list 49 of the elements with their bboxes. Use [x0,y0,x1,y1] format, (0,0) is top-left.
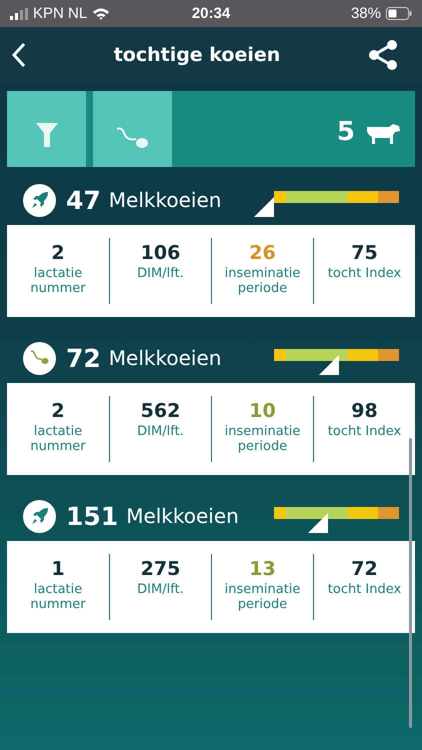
stat-value: 106 [140,242,180,264]
stat-label: inseminatie periode [224,425,302,455]
stat-value: 2 [51,242,65,264]
cow-number: 151 [66,502,118,530]
stat-value: 75 [351,242,378,264]
cow-number: 47 [66,186,101,214]
stat-value: 98 [351,400,378,422]
stat-value: 275 [140,558,180,580]
share-icon[interactable] [368,40,398,70]
stat-label: tocht Index [326,583,402,598]
battery-icon [386,7,412,20]
stat-label: DIM/lft. [136,267,185,282]
stat-label: lactatie nummer [29,267,87,297]
stat-value: 1 [51,558,65,580]
stat-label: tocht Index [326,425,402,440]
cow-number: 72 [66,344,101,372]
cow-group: Melkkoeien [108,346,222,370]
stat-value: 562 [140,400,180,422]
cow-group: Melkkoeien [126,504,239,528]
stat-label: inseminatie periode [224,583,302,613]
stat-value: 10 [249,400,276,422]
stat-label: lactatie nummer [29,583,87,613]
stat-value: 13 [249,558,276,580]
stat-label: DIM/lft. [136,583,185,598]
battery-percent: 38% [350,5,381,22]
stat-value: 2 [51,400,65,422]
page-title: tochtige koeien [114,44,280,66]
funnel-icon [36,123,58,147]
gauge-marker [319,355,339,375]
cow-group: Melkkoeien [108,188,222,212]
carrier-name: KPN NL [33,5,88,22]
gauge-marker [308,513,328,533]
sperm-icon [30,350,50,366]
stat-label: lactatie nummer [29,425,87,455]
stat-value: 72 [351,558,378,580]
back-icon[interactable] [12,42,26,68]
rocket-icon [30,191,48,209]
signal-icon [10,8,28,20]
cow-count: 5 [336,119,355,145]
stat-label: DIM/lft. [136,425,185,440]
sperm-icon [116,127,150,151]
stat-value: 26 [249,242,276,264]
stat-label: inseminatie periode [224,267,302,297]
rocket-icon [30,507,48,525]
clock-time: 20:34 [192,5,230,22]
gauge-marker [254,197,274,217]
cow-icon [365,123,401,145]
wifi-icon [92,7,110,20]
stat-label: tocht Index [326,267,402,282]
